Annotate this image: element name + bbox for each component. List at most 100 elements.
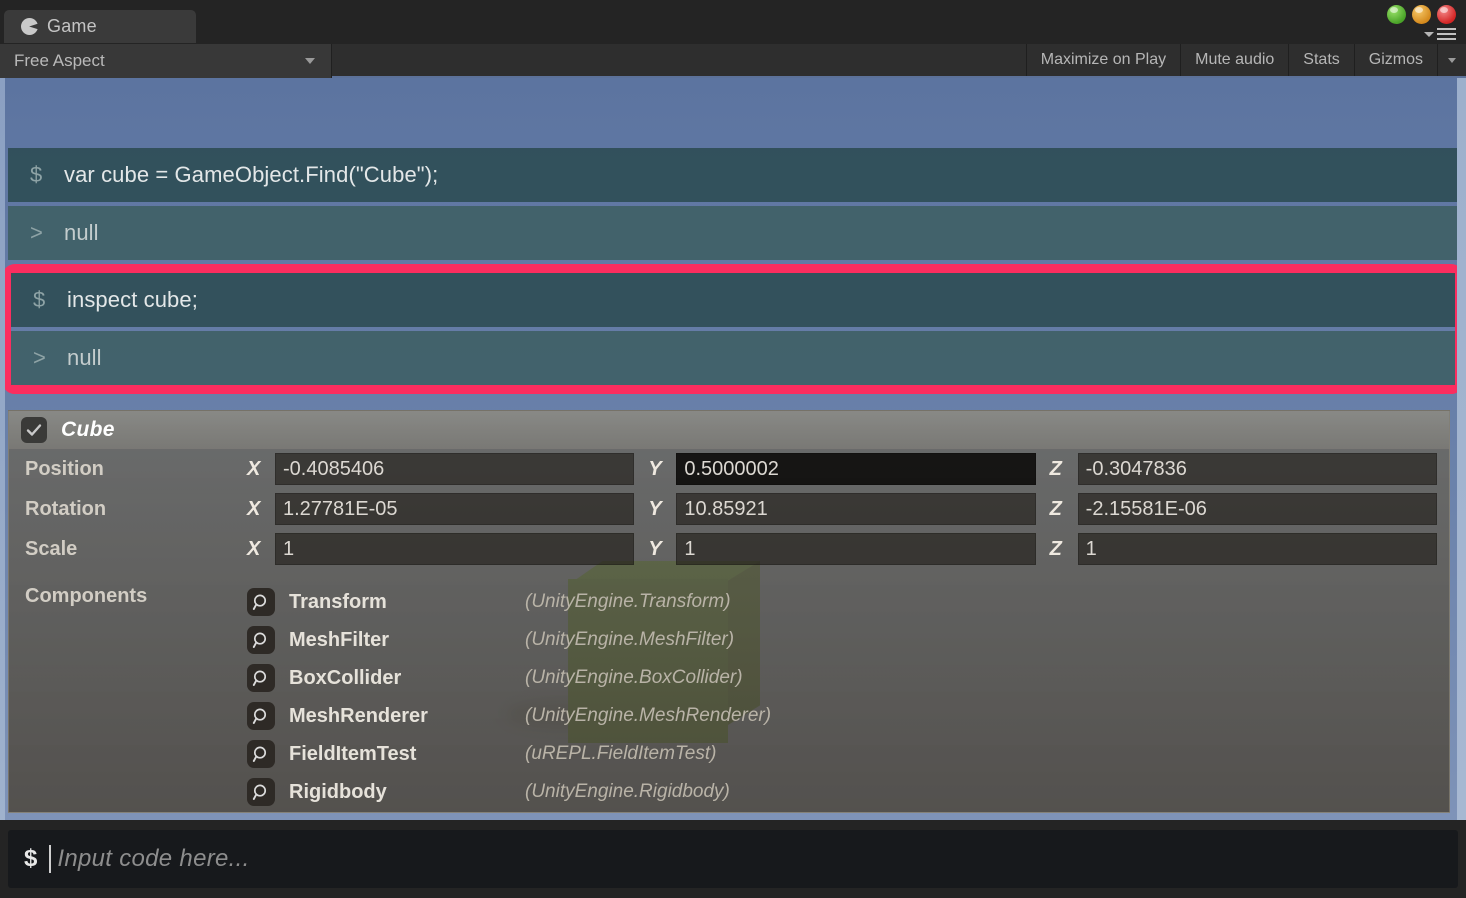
game-view-canvas[interactable]: $ var cube = GameObject.Find("Cube"); > … (0, 78, 1466, 820)
scale-x-field[interactable]: 1 (275, 533, 635, 565)
axis-letter-x: X (247, 537, 261, 560)
code-input-placeholder: Input code here... (57, 845, 250, 872)
component-name: BoxCollider (289, 666, 402, 689)
component-type: (uREPL.FieldItemTest) (525, 743, 717, 764)
axis-x: X -0.4085406 (247, 453, 635, 485)
rotation-x-field[interactable]: 1.27781E-05 (275, 493, 635, 525)
components-section: Components Transform (UnityEngine.Transf… (9, 569, 1449, 811)
position-z-field[interactable]: -0.3047836 (1077, 453, 1437, 485)
mute-audio-toggle[interactable]: Mute audio (1180, 44, 1289, 76)
repl-output-line[interactable]: > null (8, 206, 1458, 260)
repl-entry-highlighted: $ inspect cube; > null (2, 264, 1464, 394)
chevron-down-icon (305, 58, 315, 64)
magnifier-icon[interactable] (247, 778, 275, 806)
components-list: Transform (UnityEngine.Transform) MeshFi… (247, 583, 1449, 811)
component-type: (UnityEngine.Rigidbody) (525, 781, 730, 802)
repl-entry: $ var cube = GameObject.Find("Cube"); > … (0, 148, 1466, 260)
axis-letter-x: X (247, 457, 261, 480)
tab-strip: Game (0, 0, 1466, 43)
axis-z: Z -0.3047836 (1050, 453, 1437, 485)
check-icon (26, 424, 42, 436)
component-row[interactable]: MeshRenderer (UnityEngine.MeshRenderer) (247, 697, 1449, 735)
axis-letter-z: Z (1049, 457, 1062, 480)
component-row[interactable]: BoxCollider (UnityEngine.BoxCollider) (247, 659, 1449, 697)
chevron-down-icon (1448, 57, 1456, 63)
repl-output-prompt: > (33, 345, 46, 370)
axis-letter-y: Y (648, 457, 662, 480)
close-button[interactable] (1437, 5, 1456, 24)
repl-input-bar: $ Input code here... (0, 820, 1466, 898)
component-row[interactable]: FieldItemTest (uREPL.FieldItemTest) (247, 735, 1449, 773)
magnifier-icon[interactable] (247, 588, 275, 616)
unity-crescent-icon (21, 18, 38, 35)
panel-menu-button[interactable] (1424, 28, 1456, 40)
gizmos-toggle[interactable]: Gizmos (1353, 44, 1437, 76)
inspector-header: Cube (9, 411, 1449, 449)
transform-row-position: Position X -0.4085406 Y 0.5000002 Z -0.3… (9, 449, 1449, 489)
maximize-button[interactable] (1412, 5, 1431, 24)
magnifier-icon[interactable] (247, 664, 275, 692)
component-name: Transform (289, 590, 387, 613)
repl-input-line[interactable]: $ inspect cube; (11, 273, 1455, 327)
gameobject-name: Cube (61, 418, 115, 441)
position-y-field[interactable]: 0.5000002 (676, 453, 1036, 485)
magnifier-icon[interactable] (247, 702, 275, 730)
component-type: (UnityEngine.BoxCollider) (525, 667, 743, 688)
hamburger-icon (1437, 28, 1456, 40)
aspect-ratio-dropdown[interactable]: Free Aspect (0, 44, 332, 78)
row-label: Scale (25, 537, 78, 560)
unity-game-window: Game Free Aspect Maximize on Play Mute a… (0, 0, 1466, 898)
tab-game-label: Game (47, 16, 97, 36)
viewport-right-edge (1457, 78, 1466, 820)
component-name: Rigidbody (289, 780, 387, 803)
gameobject-enabled-checkbox[interactable] (21, 417, 47, 443)
component-row[interactable]: MeshFilter (UnityEngine.MeshFilter) (247, 621, 1449, 659)
inspect-result-panel: Cube Position X -0.4085406 Y 0.5000002 Z… (8, 410, 1450, 813)
code-input-field[interactable]: $ Input code here... (8, 830, 1458, 888)
repl-output-line[interactable]: > null (11, 331, 1455, 385)
component-type: (UnityEngine.MeshFilter) (525, 629, 735, 650)
scale-z-field[interactable]: 1 (1077, 533, 1437, 565)
component-type: (UnityEngine.Transform) (525, 591, 731, 612)
repl-input-prompt: $ (30, 162, 43, 187)
game-toolbar: Free Aspect Maximize on Play Mute audio … (0, 44, 1466, 78)
repl-input-text: inspect cube; (67, 287, 198, 312)
repl-input-text: var cube = GameObject.Find("Cube"); (64, 162, 439, 187)
row-label: Rotation (25, 497, 107, 520)
rotation-z-field[interactable]: -2.15581E-06 (1077, 493, 1437, 525)
scale-y-field[interactable]: 1 (676, 533, 1036, 565)
axis-letter-y: Y (648, 497, 662, 520)
repl-output-text: null (67, 345, 102, 370)
axis-letter-z: Z (1049, 537, 1062, 560)
magnifier-icon[interactable] (247, 626, 275, 654)
components-label: Components (25, 585, 148, 607)
chevron-down-icon (1424, 31, 1434, 37)
component-type: (UnityEngine.MeshRenderer) (525, 705, 772, 726)
stats-toggle[interactable]: Stats (1288, 44, 1354, 76)
axis-y: Y 10.85921 (648, 493, 1036, 525)
repl-log: $ var cube = GameObject.Find("Cube"); > … (0, 148, 1466, 398)
component-name: MeshRenderer (289, 704, 428, 727)
component-row[interactable]: Transform (UnityEngine.Transform) (247, 583, 1449, 621)
component-row[interactable]: Rigidbody (UnityEngine.Rigidbody) (247, 773, 1449, 811)
text-cursor (49, 845, 52, 873)
axis-x: X 1.27781E-05 (247, 493, 635, 525)
maximize-on-play-toggle[interactable]: Maximize on Play (1025, 44, 1181, 76)
repl-input-prompt: $ (33, 287, 46, 312)
rotation-y-field[interactable]: 10.85921 (676, 493, 1036, 525)
gizmos-dropdown[interactable] (1437, 44, 1466, 76)
tab-game[interactable]: Game (4, 10, 196, 43)
window-buttons (1387, 5, 1456, 24)
axis-y: Y 1 (648, 533, 1036, 565)
magnifier-icon[interactable] (247, 740, 275, 768)
component-name: FieldItemTest (289, 742, 417, 765)
repl-input-line[interactable]: $ var cube = GameObject.Find("Cube"); (8, 148, 1458, 202)
position-x-field[interactable]: -0.4085406 (275, 453, 635, 485)
axis-y: Y 0.5000002 (648, 453, 1036, 485)
window-chrome: Game Free Aspect Maximize on Play Mute a… (0, 0, 1466, 78)
minimize-button[interactable] (1387, 5, 1406, 24)
aspect-ratio-label: Free Aspect (14, 51, 105, 70)
component-name: MeshFilter (289, 628, 390, 651)
transform-row-scale: Scale X 1 Y 1 Z 1 (9, 529, 1449, 569)
axis-z: Z 1 (1050, 533, 1437, 565)
